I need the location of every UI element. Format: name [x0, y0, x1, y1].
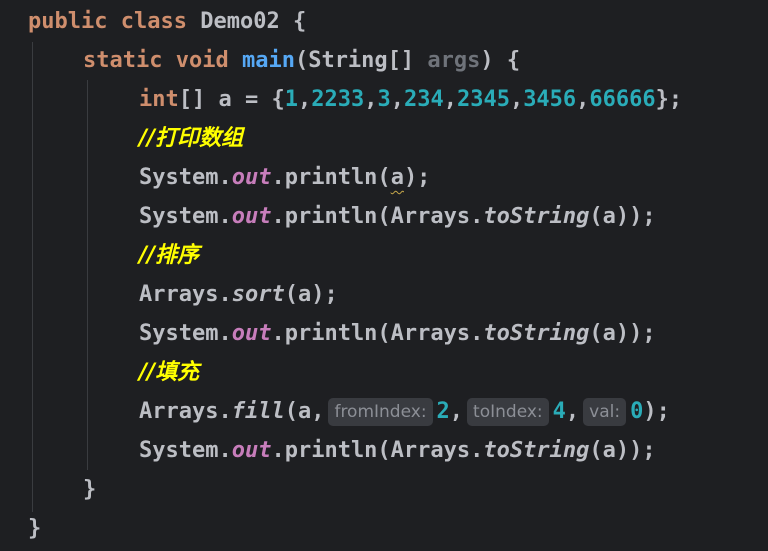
keyword-static: static: [83, 48, 163, 73]
field-out: out: [231, 438, 272, 463]
system-ref: System.: [139, 321, 232, 346]
call-close: (a));: [589, 321, 656, 346]
param-type: (String[]: [294, 48, 415, 73]
code-line-11[interactable]: Arrays. fill (a, fromIndex: 2, toIndex: 4, val:…: [139, 392, 670, 431]
arrays-ref: Arrays.: [139, 399, 232, 424]
code-line-7[interactable]: //排序: [139, 236, 199, 275]
close-brace: }: [83, 477, 97, 502]
println-call: .println(Arrays.: [271, 438, 484, 463]
method-tostring: toString: [483, 438, 590, 463]
code-line-9[interactable]: System. out .println(Arrays. toString (a));: [139, 314, 656, 353]
number-literal: 2: [436, 399, 450, 424]
number-literal: 0: [630, 399, 644, 424]
keyword-public: public: [28, 9, 108, 34]
call-close: );: [643, 399, 670, 424]
field-out: out: [231, 165, 272, 190]
arrays-ref: Arrays.: [139, 282, 232, 307]
array-decl: [] a = {: [178, 87, 285, 112]
call-close: (a));: [589, 204, 656, 229]
array-close: };: [655, 87, 683, 112]
code-line-13[interactable]: }: [83, 470, 96, 509]
println-call: .println(: [271, 165, 391, 190]
code-editor[interactable]: public class Demo02 { static void main (S…: [0, 0, 768, 551]
close-brace: }: [28, 516, 42, 541]
fill-open: (a,: [284, 399, 325, 424]
code-line-5[interactable]: System. out .println(a);: [139, 158, 430, 197]
number-literal: 3: [377, 87, 391, 112]
code-line-4[interactable]: //打印数组: [139, 119, 243, 158]
indent-guide-class: [32, 42, 33, 512]
comment-fill: //填充: [139, 360, 200, 385]
keyword-int: int: [139, 87, 179, 112]
field-out: out: [231, 321, 272, 346]
system-ref: System.: [139, 438, 232, 463]
number-literal: 2345: [456, 87, 510, 112]
number-literal: 1: [284, 87, 298, 112]
code-line-6[interactable]: System. out .println(Arrays. toString (a));: [139, 197, 656, 236]
code-line-3[interactable]: int[] a = {1, 2233, 3, 234, 2345, 3456, 66666}…: [139, 80, 682, 119]
param-args: args: [427, 48, 481, 73]
param-hint-fromindex: fromIndex:: [328, 397, 433, 426]
indent-guide-method: [87, 80, 88, 470]
call-close: (a));: [589, 438, 656, 463]
open-brace: {: [292, 9, 307, 34]
method-tostring: toString: [483, 204, 590, 229]
param-hint-toindex: toIndex:: [467, 397, 549, 426]
call-close: (a);: [284, 282, 338, 307]
field-out: out: [231, 204, 272, 229]
system-ref: System.: [139, 204, 232, 229]
println-call: .println(Arrays.: [271, 204, 484, 229]
number-literal: 2233: [311, 87, 365, 112]
call-close: );: [403, 165, 431, 190]
system-ref: System.: [139, 165, 232, 190]
arg-a-warning[interactable]: a: [391, 158, 404, 197]
code-line-12[interactable]: System. out .println(Arrays. toString (a));: [139, 431, 656, 470]
method-tostring: toString: [483, 321, 590, 346]
println-call: .println(Arrays.: [271, 321, 484, 346]
comment-sort: //排序: [139, 243, 200, 268]
method-sort: sort: [231, 282, 285, 307]
param-hint-val: val:: [583, 397, 627, 426]
method-fill: fill: [231, 399, 285, 424]
class-name: Demo02: [200, 9, 280, 34]
number-literal: 234: [403, 87, 444, 112]
number-literal: 66666: [589, 87, 656, 112]
code-line-1[interactable]: public class Demo02 {: [28, 2, 306, 41]
method-main: main: [241, 48, 295, 73]
code-line-10[interactable]: //填充: [139, 353, 199, 392]
signature-close: ) {: [480, 48, 521, 73]
keyword-void: void: [175, 48, 229, 73]
number-literal: 4: [552, 399, 566, 424]
code-line-14[interactable]: }: [28, 509, 41, 548]
code-line-2[interactable]: static void main (String[] args) {: [83, 41, 520, 80]
keyword-class: class: [120, 9, 187, 34]
number-literal: 3456: [523, 87, 577, 112]
code-line-8[interactable]: Arrays. sort (a);: [139, 275, 338, 314]
comment-print-array: //打印数组: [139, 126, 244, 151]
